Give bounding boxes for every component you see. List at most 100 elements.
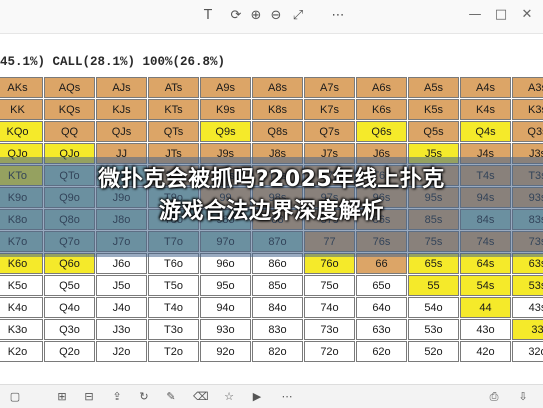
- download-icon[interactable]: ⇩: [516, 390, 530, 404]
- grid-cell: 54s: [460, 275, 511, 296]
- grid-cell: 53o: [408, 319, 459, 340]
- grid-cell: 85o: [252, 275, 303, 296]
- grid-cell: Q5o: [44, 275, 95, 296]
- print-icon[interactable]: ⎙: [487, 390, 501, 404]
- grid-cell: A8s: [252, 77, 303, 98]
- grid-cell: A9s: [200, 77, 251, 98]
- grid-cell: K4o: [0, 297, 43, 318]
- grid-cell: 33: [512, 319, 543, 340]
- more-icon[interactable]: ⋯: [280, 390, 294, 404]
- ocr-text-icon[interactable]: T: [200, 8, 216, 24]
- grid-cell: 44: [460, 297, 511, 318]
- grid-cell: K8s: [252, 99, 303, 120]
- grid-cell: 92o: [200, 341, 251, 362]
- grid-cell: 72o: [304, 341, 355, 362]
- image-viewer-window: T ⟳ ⊕ ⊖ ⤢ ⋯ — □ ✕ 45.1%) CALL(28.1%) 100…: [0, 0, 543, 408]
- grid-cell: AKs: [0, 77, 43, 98]
- grid-cell: ATs: [148, 77, 199, 98]
- grid-cell: QQ: [44, 121, 95, 142]
- grid-cell: K5o: [0, 275, 43, 296]
- overlay-title: 微扑克会被抓吗?2025年线上扑克 游戏合法边界深度解析: [0, 164, 543, 228]
- overlay-title-line-2: 游戏合法边界深度解析: [158, 199, 384, 224]
- grid-cell: 43o: [460, 319, 511, 340]
- grid-cell: A4s: [460, 77, 511, 98]
- copy-icon[interactable]: ⊟: [82, 390, 96, 404]
- grid-cell: 42o: [460, 341, 511, 362]
- grid-cell: 54o: [408, 297, 459, 318]
- grid-cell: J4o: [96, 297, 147, 318]
- grid-cell: 52o: [408, 341, 459, 362]
- grid-cell: A7s: [304, 77, 355, 98]
- grid-cell: T5o: [148, 275, 199, 296]
- grid-cell: 75o: [304, 275, 355, 296]
- grid-cell: 93o: [200, 319, 251, 340]
- grid-cell: Q5s: [408, 121, 459, 142]
- grid-cell: A6s: [356, 77, 407, 98]
- grid-cell: K6s: [356, 99, 407, 120]
- grid-cell: 43s: [512, 297, 543, 318]
- grid-cell: Q3s: [512, 121, 543, 142]
- grid-cell: 84o: [252, 297, 303, 318]
- grid-cell: T4o: [148, 297, 199, 318]
- overlay-title-line-1: 微扑克会被抓吗?2025年线上扑克: [98, 167, 445, 192]
- grid-cell: KJs: [96, 99, 147, 120]
- slideshow-icon[interactable]: ▶: [250, 390, 264, 404]
- grid-cell: K5s: [408, 99, 459, 120]
- zoom-in-icon[interactable]: ⊕: [248, 8, 264, 24]
- grid-cell: Q4o: [44, 297, 95, 318]
- rotate-icon[interactable]: ⟳: [228, 8, 244, 24]
- grid-cell: T3o: [148, 319, 199, 340]
- viewer-bottom-toolbar: ▢ ⊞ ⊟ ⇪ ↻ ✎ ⌫ ☆ ▶ ⋯ ⎙ ⇩: [0, 384, 543, 408]
- grid-cell: J5o: [96, 275, 147, 296]
- grid-cell: A5s: [408, 77, 459, 98]
- close-button[interactable]: ✕: [518, 6, 536, 24]
- grid-cell: 64o: [356, 297, 407, 318]
- more-icon[interactable]: ⋯: [330, 8, 346, 24]
- grid-cell: Q9s: [200, 121, 251, 142]
- grid-cell: 32o: [512, 341, 543, 362]
- grid-cell: K3s: [512, 99, 543, 120]
- edit-icon[interactable]: ✎: [164, 390, 178, 404]
- grid-cell: K4s: [460, 99, 511, 120]
- grid-cell: 82o: [252, 341, 303, 362]
- fit-icon[interactable]: ⤢: [290, 8, 306, 24]
- image-icon[interactable]: ▢: [8, 390, 22, 404]
- grid-cell: 53s: [512, 275, 543, 296]
- grid-cell: KTs: [148, 99, 199, 120]
- grid-cell: K3o: [0, 319, 43, 340]
- grid-cell: QJs: [96, 121, 147, 142]
- grid-cell: K9s: [200, 99, 251, 120]
- grid-cell: AQs: [44, 77, 95, 98]
- grid-cell: KQo: [0, 121, 43, 142]
- grid-cell: 63o: [356, 319, 407, 340]
- minimize-button[interactable]: —: [466, 6, 484, 24]
- grid-cell: Q3o: [44, 319, 95, 340]
- zoom-out-icon[interactable]: ⊖: [268, 8, 284, 24]
- rotate-icon[interactable]: ↻: [137, 390, 151, 404]
- grid-cell: J3o: [96, 319, 147, 340]
- grid-cell: 73o: [304, 319, 355, 340]
- delete-icon[interactable]: ⌫: [193, 390, 209, 404]
- grid-cell: 95o: [200, 275, 251, 296]
- grid-cell: J2o: [96, 341, 147, 362]
- range-header: 45.1%) CALL(28.1%) 100%(26.8%): [0, 55, 226, 69]
- maximize-button[interactable]: □: [492, 6, 510, 24]
- grid-cell: AJs: [96, 77, 147, 98]
- grid-cell: 62o: [356, 341, 407, 362]
- grid-cell: K7s: [304, 99, 355, 120]
- share-icon[interactable]: ⇪: [110, 390, 124, 404]
- grid-cell: 65o: [356, 275, 407, 296]
- grid-cell: Q7s: [304, 121, 355, 142]
- grid-cell: Q6s: [356, 121, 407, 142]
- grid-cell: KK: [0, 99, 43, 120]
- grid-cell: A3s: [512, 77, 543, 98]
- grid-cell: KQs: [44, 99, 95, 120]
- grid-cell: QTs: [148, 121, 199, 142]
- grid-cell: K2o: [0, 341, 43, 362]
- grid-cell: Q2o: [44, 341, 95, 362]
- grid-cell: 74o: [304, 297, 355, 318]
- crop-icon[interactable]: ⊞: [55, 390, 69, 404]
- grid-cell: 94o: [200, 297, 251, 318]
- favorite-icon[interactable]: ☆: [222, 390, 236, 404]
- grid-cell: Q4s: [460, 121, 511, 142]
